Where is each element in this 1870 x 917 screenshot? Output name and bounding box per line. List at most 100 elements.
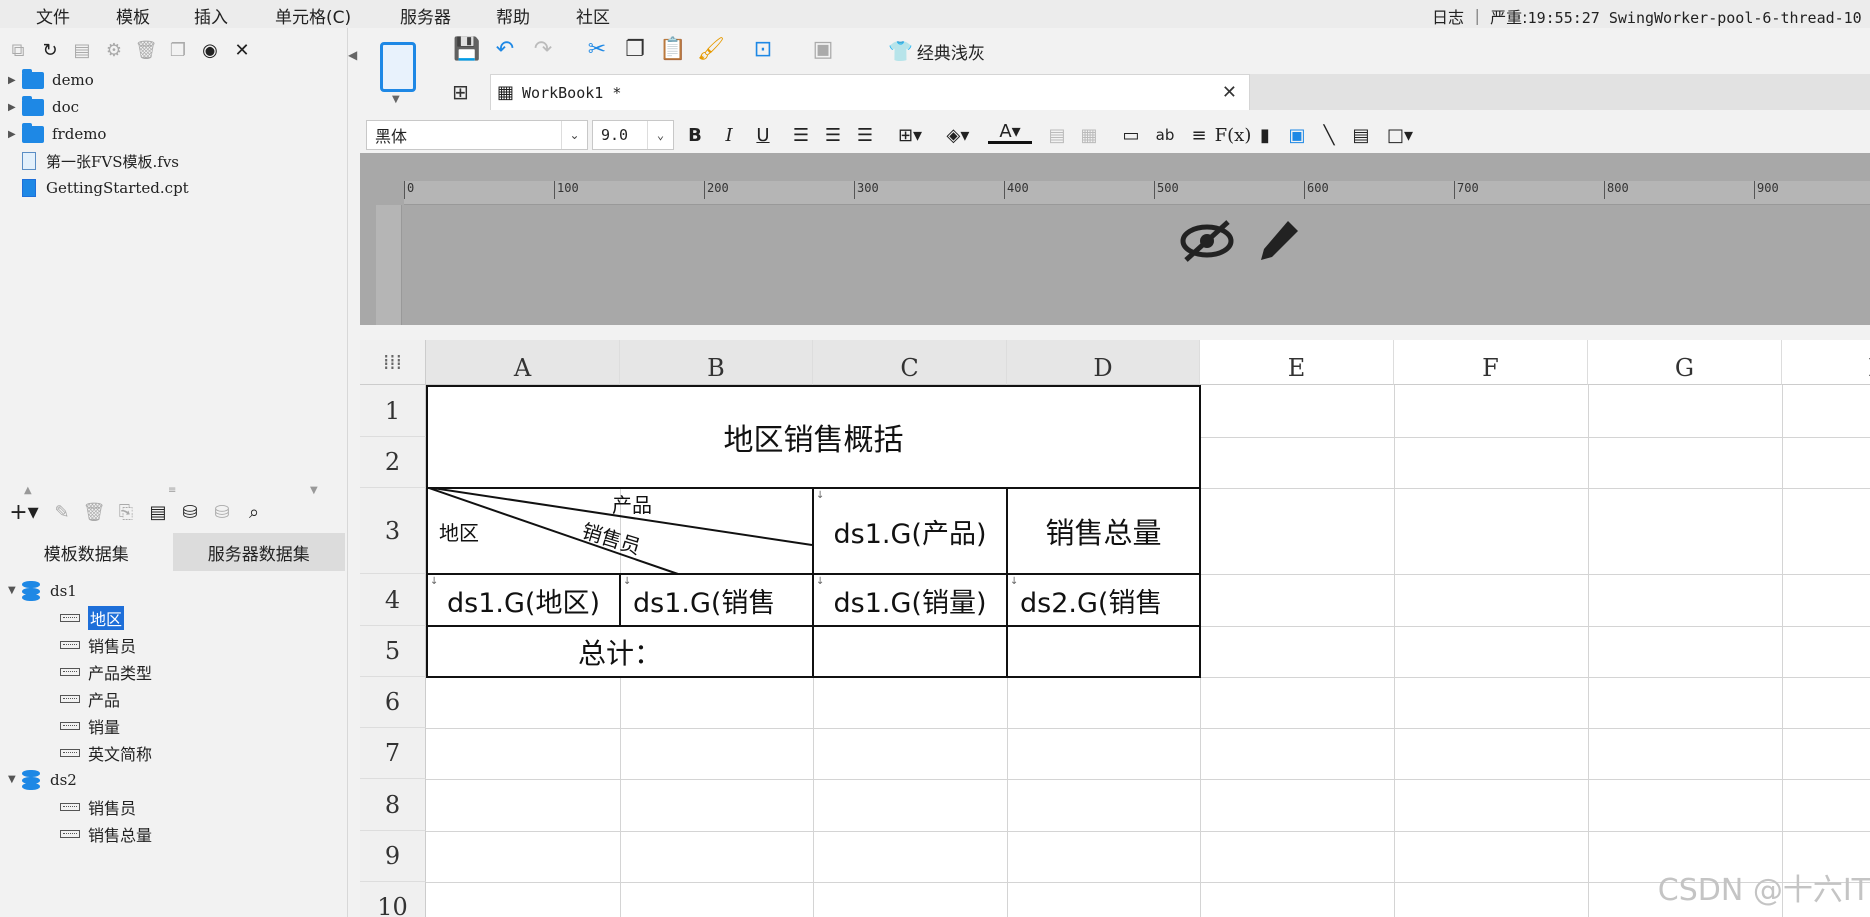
insert-text-icon[interactable]: ▭: [1118, 122, 1144, 148]
row-header-10[interactable]: 10: [360, 882, 426, 917]
locate-icon[interactable]: ◉: [196, 36, 224, 64]
tree-item-fvs[interactable]: 第一张FVS模板.fvs: [0, 148, 179, 174]
insert-string-icon[interactable]: ab: [1150, 122, 1180, 148]
select-all-icon[interactable]: ⁞⁞⁞: [360, 340, 426, 385]
slash-icon[interactable]: ╲: [1316, 122, 1342, 148]
settings-icon[interactable]: ⚙: [100, 36, 128, 64]
splitter[interactable]: ▲ ≡ ▼: [0, 485, 345, 496]
search-icon[interactable]: ⌕: [240, 498, 268, 526]
copy-icon[interactable]: ❐: [620, 34, 650, 64]
menu-server[interactable]: 服务器: [400, 3, 451, 28]
align-center-icon[interactable]: ☰: [820, 122, 846, 148]
row-header-5[interactable]: 5: [360, 626, 426, 677]
collapse-icon[interactable]: ✕: [228, 36, 256, 64]
unmerge-cells-icon[interactable]: ▦: [1076, 122, 1102, 148]
dataset-node-ds2[interactable]: ▼ ds2: [0, 766, 77, 793]
row-header-6[interactable]: 6: [360, 677, 426, 728]
hide-eye-icon[interactable]: [1180, 219, 1234, 273]
field-item[interactable]: 地区: [0, 604, 125, 631]
dataset-settings-icon[interactable]: ▤: [144, 498, 172, 526]
down-arrow-icon[interactable]: ▼: [310, 485, 318, 496]
spreadsheet-grid[interactable]: ⁞⁞⁞ A B C D E F G H 1 2 3 4 5 6 7 8 9 10: [360, 340, 1870, 917]
column-header-c[interactable]: C: [813, 340, 1007, 385]
expand-arrow-icon[interactable]: ▶: [8, 129, 22, 140]
row-header-3[interactable]: 3: [360, 488, 426, 574]
format-painter-icon[interactable]: 🖌: [696, 34, 726, 64]
float-element-icon[interactable]: □▾: [1380, 122, 1420, 148]
tree-item-cpt[interactable]: GettingStarted.cpt: [0, 175, 189, 201]
menu-help[interactable]: 帮助: [496, 3, 530, 28]
preview-icon[interactable]: ▤: [68, 36, 96, 64]
refresh-icon[interactable]: ↻: [36, 36, 64, 64]
menu-file[interactable]: 文件: [36, 3, 70, 28]
redo-icon[interactable]: ↷: [528, 34, 558, 64]
server-database-icon[interactable]: ⛁: [208, 498, 236, 526]
fill-color-icon[interactable]: ◈▾: [938, 122, 978, 148]
tree-item-doc[interactable]: ▶ doc: [0, 94, 79, 120]
preview-dataset-icon[interactable]: ⎘: [112, 498, 140, 526]
dataset-node-ds1[interactable]: ▼ ds1: [0, 577, 77, 604]
expand-arrow-icon[interactable]: ▶: [8, 102, 22, 113]
cell-title[interactable]: 地区销售概括: [428, 387, 1199, 487]
edit-icon[interactable]: ✎: [48, 498, 76, 526]
collapse-arrow-icon[interactable]: ▼: [8, 585, 22, 596]
align-left-icon[interactable]: ☰: [788, 122, 814, 148]
align-right-icon[interactable]: ☰: [852, 122, 878, 148]
cell-a5-total[interactable]: 总计：: [428, 627, 812, 676]
sheet-list-icon[interactable]: ⊞: [452, 80, 469, 104]
menu-insert[interactable]: 插入: [194, 3, 228, 28]
row-header-1[interactable]: 1: [360, 385, 426, 437]
cell-d3[interactable]: 销售总量: [1008, 489, 1199, 573]
row-header-8[interactable]: 8: [360, 779, 426, 831]
expand-arrow-icon[interactable]: ▶: [8, 75, 22, 86]
image-icon[interactable]: ▣: [1284, 122, 1310, 148]
field-item[interactable]: 销量: [0, 712, 120, 739]
field-item[interactable]: 产品: [0, 685, 120, 712]
font-size-select[interactable]: 9.0 ⌄: [592, 120, 674, 150]
edit-pencil-icon[interactable]: [1258, 217, 1302, 267]
new-folder-icon[interactable]: ⧉: [4, 36, 32, 64]
collapse-arrow-icon[interactable]: ▼: [8, 774, 22, 785]
collapse-panel-icon[interactable]: ◀: [348, 48, 357, 62]
tree-item-frdemo[interactable]: ▶ frdemo: [0, 121, 106, 147]
database-icon[interactable]: ⛁: [176, 498, 204, 526]
chevron-down-icon[interactable]: ⌄: [647, 121, 673, 149]
font-color-icon[interactable]: A▾: [988, 121, 1032, 144]
field-item[interactable]: 销售员: [0, 793, 136, 820]
column-header-a[interactable]: A: [426, 340, 620, 385]
close-icon[interactable]: ✕: [1222, 82, 1237, 103]
column-header-e[interactable]: E: [1200, 340, 1394, 385]
chart-icon[interactable]: ▮: [1252, 122, 1278, 148]
merge-cells-icon[interactable]: ▤: [1044, 122, 1070, 148]
row-header-9[interactable]: 9: [360, 831, 426, 882]
row-header-2[interactable]: 2: [360, 437, 426, 488]
row-header-7[interactable]: 7: [360, 728, 426, 779]
column-header-f[interactable]: F: [1394, 340, 1588, 385]
italic-icon[interactable]: I: [716, 122, 742, 148]
field-item[interactable]: 产品类型: [0, 658, 152, 685]
tab-server-datasets[interactable]: 服务器数据集: [172, 533, 345, 571]
menu-community[interactable]: 社区: [576, 3, 610, 28]
delete-icon[interactable]: 🗑: [132, 36, 160, 64]
menu-template[interactable]: 模板: [116, 3, 150, 28]
insert-richtext-icon[interactable]: ≡: [1186, 122, 1212, 148]
subreport-icon[interactable]: ▤: [1348, 122, 1374, 148]
theme-button[interactable]: 👕 经典浅灰: [888, 38, 985, 64]
field-item[interactable]: 销售总量: [0, 820, 152, 847]
column-header-h[interactable]: H: [1782, 340, 1870, 385]
chevron-down-icon[interactable]: ⌄: [561, 121, 587, 149]
cell-c4[interactable]: ds1.G(销量): [814, 575, 1006, 625]
font-family-select[interactable]: 黑体 ⌄: [366, 120, 588, 150]
cell-c3[interactable]: ds1.G(产品): [814, 489, 1006, 573]
underline-icon[interactable]: U: [750, 122, 776, 148]
menu-cell[interactable]: 单元格(C): [275, 3, 351, 28]
copy-icon[interactable]: ❐: [164, 36, 192, 64]
cut-icon[interactable]: ✂: [582, 34, 612, 64]
add-dataset-icon[interactable]: +▾: [4, 498, 44, 526]
log-status[interactable]: 日志 ｜ 严重:19:55:27 SwingWorker-pool-6-thre…: [1432, 4, 1862, 28]
template-params-icon[interactable]: ⊡: [748, 34, 778, 64]
cell-b4[interactable]: ds1.G(销售: [621, 575, 812, 625]
template-type-icon[interactable]: [380, 42, 416, 92]
column-header-b[interactable]: B: [620, 340, 813, 385]
field-item[interactable]: 英文简称: [0, 739, 152, 766]
